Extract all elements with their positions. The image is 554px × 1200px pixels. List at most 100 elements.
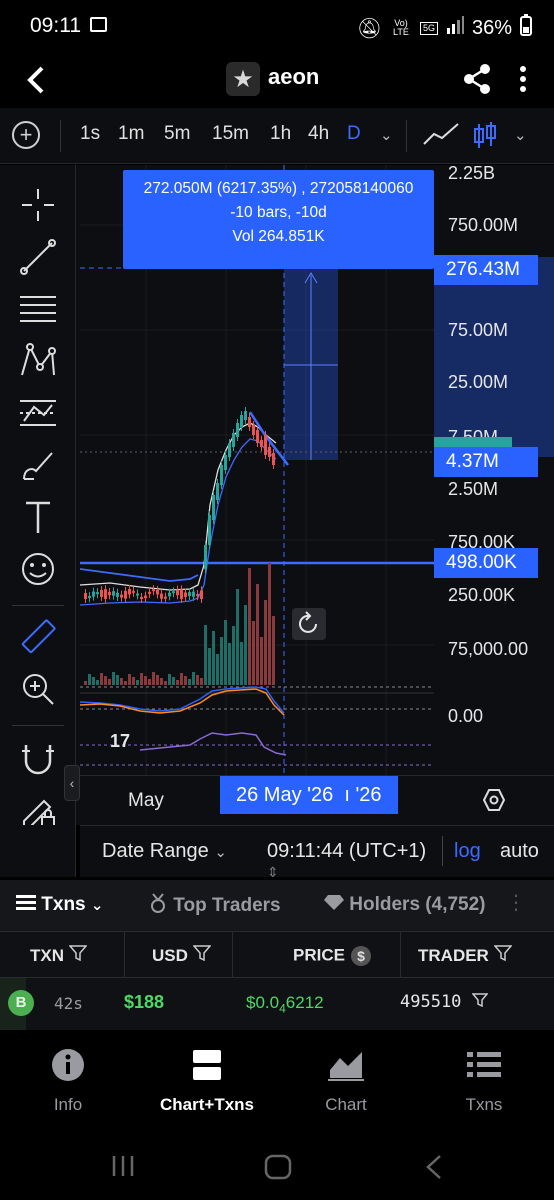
timeframe-5m[interactable]: 5m xyxy=(164,123,190,145)
timezone-clock[interactable]: 09:11:44 (UTC+1) xyxy=(267,840,426,863)
volume-bar xyxy=(156,675,159,685)
volume-bar xyxy=(180,673,183,685)
status-time: 09:11 xyxy=(30,14,81,37)
range-bar: Date Range ⌄ 09:11:44 (UTC+1) log auto xyxy=(80,825,554,877)
date-range-button[interactable]: Date Range ⌄ xyxy=(102,840,227,863)
filter-icon[interactable] xyxy=(492,945,513,965)
share-icon[interactable] xyxy=(462,62,492,101)
trend-line-icon[interactable] xyxy=(18,237,58,277)
timeframe-dropdown-icon[interactable]: ⌄ xyxy=(380,126,393,144)
chart-type-dropdown-icon[interactable]: ⌄ xyxy=(514,126,527,144)
app-header: ★ aeon xyxy=(0,56,554,106)
volume-bar xyxy=(112,672,115,685)
timeframe-1h[interactable]: 1h xyxy=(270,123,291,145)
filter-icon[interactable] xyxy=(471,992,489,1012)
chart-area: ‹ 17 2.25B 750.00M 75.00M 25.00M 2.50M 7… xyxy=(0,163,554,875)
area-chart-icon xyxy=(328,1052,364,1086)
price-label: 250.00K xyxy=(448,585,516,605)
volume-bar xyxy=(176,680,179,685)
system-back-icon[interactable] xyxy=(424,1154,444,1185)
zoom-in-icon[interactable] xyxy=(18,669,58,709)
timeframe-d[interactable]: D xyxy=(347,123,361,145)
chart-txns-icon xyxy=(192,1050,222,1086)
volte-badge: Vo) LTE xyxy=(393,18,409,37)
log-scale-toggle[interactable]: log xyxy=(454,840,481,863)
scroll-indicator: ⋮ xyxy=(506,892,526,914)
timeframe-15m[interactable]: 15m xyxy=(212,123,249,145)
table-row[interactable]: B 42s $188 $0.046212 495510 xyxy=(0,978,554,1030)
collapse-sidebar-handle[interactable]: ‹ xyxy=(64,765,80,801)
column-header-price[interactable]: PRICE $ xyxy=(293,945,372,967)
back-button[interactable] xyxy=(24,62,50,106)
candle-body xyxy=(216,483,219,500)
prediction-icon[interactable] xyxy=(18,393,58,433)
volume-bar xyxy=(164,681,167,685)
candle-body xyxy=(96,592,99,595)
add-indicator-button[interactable]: + xyxy=(12,121,40,149)
candle-body xyxy=(252,425,255,435)
home-icon[interactable] xyxy=(264,1154,292,1185)
filter-icon[interactable] xyxy=(68,945,88,965)
txn-trader[interactable]: 495510 xyxy=(400,992,489,1012)
time-axis[interactable]: May 26 May '26 ı '26 xyxy=(80,775,554,825)
volume-bar xyxy=(136,680,139,685)
timeframe-1s[interactable]: 1s xyxy=(80,123,100,145)
volume-bar xyxy=(188,679,191,685)
candle-body xyxy=(264,435,267,455)
recent-apps-icon[interactable] xyxy=(110,1154,136,1183)
text-tool-icon[interactable] xyxy=(18,497,58,537)
volume-bar xyxy=(232,626,235,685)
crosshair-icon[interactable] xyxy=(18,185,58,225)
more-menu-icon[interactable] xyxy=(518,62,528,103)
tab-holders[interactable]: Holders (4,752) xyxy=(324,893,486,917)
reset-chart-button[interactable] xyxy=(292,608,326,640)
tab-top-traders[interactable]: Top Traders xyxy=(148,893,281,919)
candles-icon[interactable] xyxy=(472,122,498,155)
nav-chart[interactable]: Chart xyxy=(286,1048,406,1115)
nav-txns[interactable]: Txns xyxy=(424,1048,544,1115)
auto-scale-toggle[interactable]: auto xyxy=(500,840,539,863)
filter-icon[interactable] xyxy=(192,945,212,965)
tab-txns[interactable]: Txns ⌄ xyxy=(16,893,104,917)
volume-bar xyxy=(248,568,251,685)
nav-info[interactable]: Info xyxy=(8,1048,128,1115)
magnet-icon[interactable] xyxy=(18,739,58,779)
status-icons: 🔕︎ Vo) LTE 5G 36% xyxy=(357,14,532,42)
measure-bars: -10 bars, -10d xyxy=(230,204,327,221)
resize-handle-icon[interactable]: ⇕ xyxy=(267,864,279,881)
candle-body xyxy=(152,589,155,592)
volume-bar xyxy=(152,672,155,685)
chart-settings-icon[interactable] xyxy=(482,788,506,817)
candle-body xyxy=(268,447,271,457)
volume-bars xyxy=(84,563,275,685)
line-chart-icon[interactable] xyxy=(422,122,460,153)
crosshair-date-tag: 26 May '26 ı '26 xyxy=(220,776,398,814)
chart-toolbar: + 1s 1m 5m 15m 1h 4h D ⌄ ⌄ xyxy=(0,108,554,164)
brush-icon[interactable] xyxy=(18,445,58,485)
column-header-usd[interactable]: USD xyxy=(152,945,212,966)
emoji-icon[interactable] xyxy=(18,549,58,589)
volume-bar xyxy=(220,637,223,685)
candle-body xyxy=(232,433,235,447)
candle-body xyxy=(120,594,123,598)
network-type: 5G xyxy=(419,21,438,35)
timeframe-4h[interactable]: 4h xyxy=(308,123,329,145)
candle-body xyxy=(256,430,259,443)
signal-icon xyxy=(446,16,464,40)
nav-chart-txns[interactable]: Chart+Txns xyxy=(147,1048,267,1115)
column-header-trader[interactable]: TRADER xyxy=(418,945,513,966)
pattern-icon[interactable] xyxy=(18,341,58,381)
candle-body xyxy=(180,589,183,599)
candle-body xyxy=(176,589,179,596)
volume-bar xyxy=(196,675,199,685)
column-header-txn[interactable]: TXN xyxy=(30,945,88,966)
price-label: 25.00M xyxy=(448,372,509,392)
price-scale[interactable]: 2.25B 750.00M 75.00M 25.00M 7.50M 2.50M … xyxy=(434,163,554,775)
currency-toggle-icon[interactable]: $ xyxy=(350,945,372,966)
volume-bar xyxy=(184,676,187,685)
ruler-icon[interactable] xyxy=(18,617,58,657)
timeframe-1m[interactable]: 1m xyxy=(118,123,144,145)
buy-row-highlight xyxy=(0,978,26,1030)
upper-band-line xyxy=(80,422,277,591)
fib-retracement-icon[interactable] xyxy=(18,289,58,329)
